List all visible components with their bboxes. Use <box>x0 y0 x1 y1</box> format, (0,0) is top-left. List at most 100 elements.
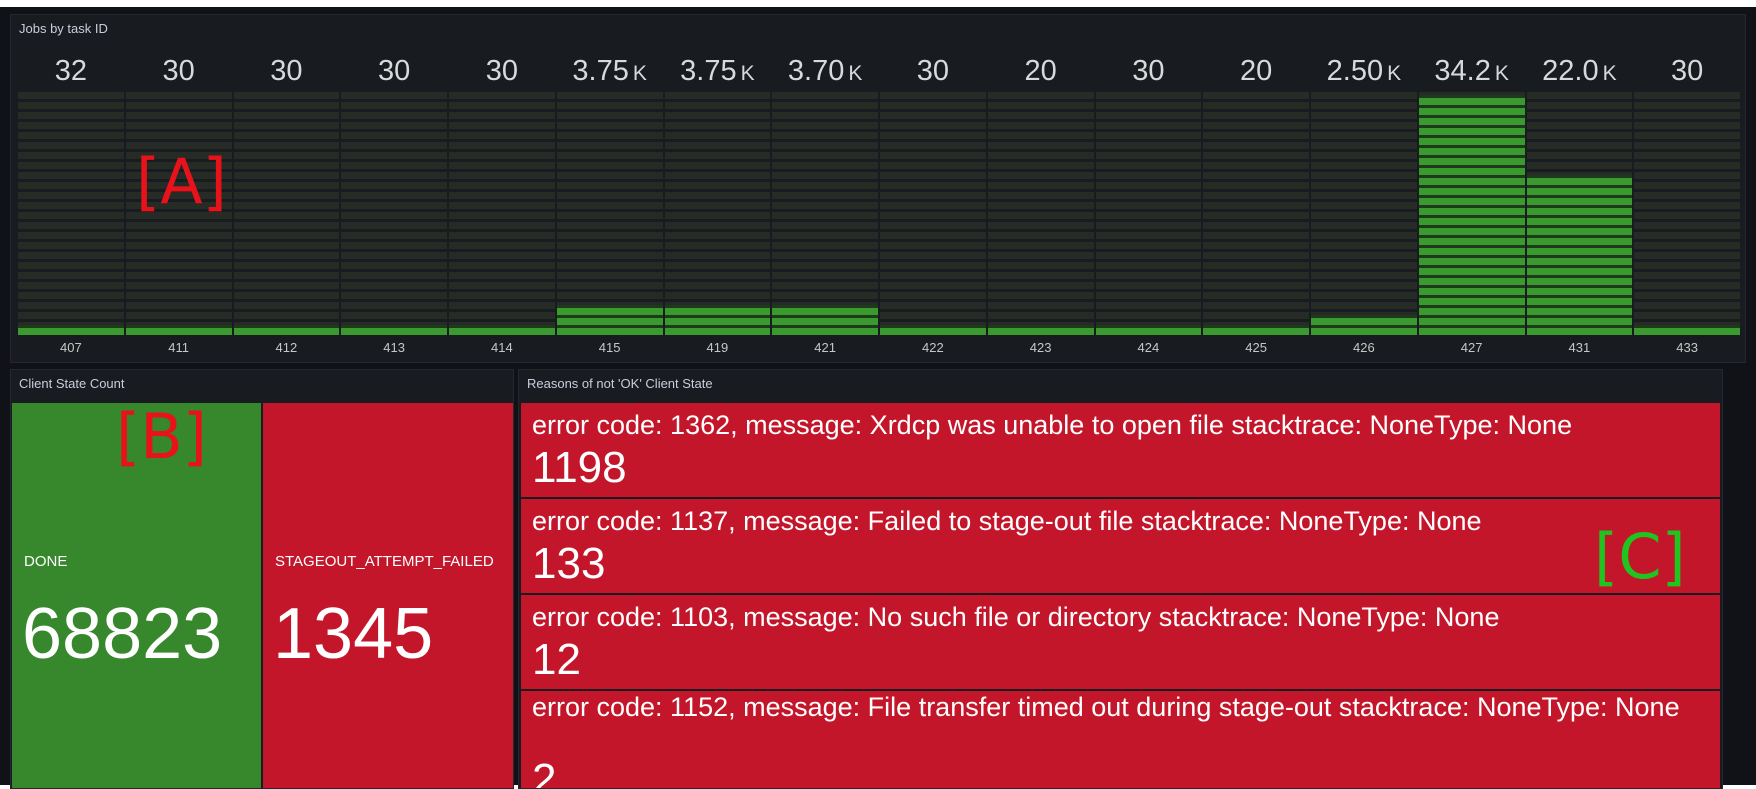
gauge-track <box>1095 92 1202 335</box>
gauge-value: 30 <box>879 55 987 88</box>
bar-gauge-421[interactable]: 3.70 K 421 <box>771 15 879 364</box>
gauge-task-label: 422 <box>922 340 944 355</box>
stat-stageout-failed[interactable]: STAGEOUT_ATTEMPT_FAILED 1345 <box>263 403 513 788</box>
gauge-value-unit: K <box>740 62 755 85</box>
gauge-value: 30 <box>125 55 233 88</box>
gauge-value: 30 <box>233 55 341 88</box>
bar-gauge-414[interactable]: 30 414 <box>448 15 556 364</box>
gauge-task-label: 424 <box>1137 340 1160 355</box>
gauge-value: 3.75 K <box>556 55 664 88</box>
reasons-panel: Reasons of not 'OK' Client State error c… <box>518 369 1723 789</box>
panel-title[interactable]: Client State Count <box>19 376 125 391</box>
reason-message: error code: 1152, message: File transfer… <box>532 692 1680 722</box>
reason-message: error code: 1137, message: Failed to sta… <box>532 506 1482 536</box>
stat-label: DONE <box>24 553 68 570</box>
gauge-value-number: 2.50 <box>1326 55 1384 87</box>
bar-gauge-427[interactable]: 34.2 K 427 <box>1418 15 1526 364</box>
bar-gauge-412[interactable]: 30 412 <box>233 15 341 364</box>
client-state-panel: Client State Count DONE 68823 STAGEOUT_A… <box>10 369 514 789</box>
gauge-fill <box>880 325 986 335</box>
gauge-value: 30 <box>1633 55 1741 88</box>
reason-count: 12 <box>532 635 581 684</box>
gauge-fill <box>1634 325 1740 335</box>
gauge-task-label: 419 <box>706 340 729 355</box>
gauge-value: 2.50 K <box>1310 55 1418 88</box>
gauge-track <box>1526 92 1633 335</box>
gauge-value: 20 <box>987 55 1095 88</box>
gauge-fill <box>1203 325 1309 335</box>
reason-message: error code: 1362, message: Xrdcp was una… <box>532 410 1573 440</box>
gauge-task-label: 413 <box>383 340 405 355</box>
dashboard: Jobs by task ID 32 407 30 411 30 412 30 413 30 41… <box>0 7 1756 789</box>
reason-item[interactable]: error code: 1137, message: Failed to sta… <box>521 499 1720 593</box>
gauge-task-label: 426 <box>1353 340 1375 355</box>
gauge-value-number: 32 <box>54 55 87 87</box>
bar-gauge-426[interactable]: 2.50 K 426 <box>1310 15 1418 364</box>
gauge-track <box>987 92 1094 335</box>
gauge-value-number: 30 <box>1670 55 1704 87</box>
gauge-value: 30 <box>340 55 448 88</box>
bar-gauge-425[interactable]: 20 425 <box>1202 15 1310 364</box>
gauge-value-number: 30 <box>162 55 195 87</box>
gauge-value: 30 <box>1095 55 1203 88</box>
gauge-value-unit: K <box>1602 62 1617 85</box>
bar-gauge-419[interactable]: 3.75 K 419 <box>664 15 772 364</box>
reason-item[interactable]: error code: 1152, message: File transfer… <box>521 691 1720 788</box>
annotation-b: [B] <box>116 400 207 473</box>
bar-gauge-415[interactable]: 3.75 K 415 <box>556 15 664 364</box>
bar-gauge-413[interactable]: 30 413 <box>340 15 448 364</box>
gauge-task-label: 407 <box>60 340 82 355</box>
gauge-value-number: 3.70 <box>787 55 845 87</box>
gauge-value-unit: K <box>848 62 863 85</box>
gauge-value-number: 20 <box>1024 55 1057 87</box>
gauge-fill <box>1095 325 1202 335</box>
gauge-task-label: 433 <box>1676 340 1698 355</box>
stat-label: STAGEOUT_ATTEMPT_FAILED <box>275 553 494 570</box>
bar-gauge-433[interactable]: 30 433 <box>1633 15 1741 364</box>
gauge-track <box>1311 92 1417 335</box>
reason-count: 2 <box>532 755 557 788</box>
gauge-track <box>664 92 771 335</box>
gauge-task-label: 427 <box>1460 340 1483 355</box>
gauge-track <box>1418 92 1525 335</box>
reason-count: 133 <box>532 539 606 588</box>
gauge-task-label: 411 <box>168 340 189 355</box>
gauge-track <box>1203 92 1309 335</box>
gauge-task-label: 421 <box>814 340 836 355</box>
gauge-fill <box>233 325 340 335</box>
gauge-value-number: 22.0 <box>1542 55 1599 87</box>
gauge-track <box>1634 92 1740 335</box>
bar-gauge-423[interactable]: 20 423 <box>987 15 1095 364</box>
gauge-task-label: 415 <box>598 340 621 355</box>
bar-gauge-407[interactable]: 32 407 <box>17 15 125 364</box>
gauge-value-number: 30 <box>916 55 949 87</box>
stat-value: 68823 <box>22 594 223 674</box>
gauge-track <box>556 92 663 335</box>
panel-title[interactable]: Reasons of not 'OK' Client State <box>527 376 713 391</box>
gauge-value: 30 <box>448 55 556 88</box>
gauge-fill <box>18 325 124 335</box>
gauge-track <box>233 92 340 335</box>
annotation-a: [A] <box>136 145 227 218</box>
gauge-task-label: 412 <box>275 340 298 355</box>
gauge-task-label: 425 <box>1245 340 1267 355</box>
bar-gauge-431[interactable]: 22.0 K 431 <box>1526 15 1634 364</box>
gauge-value: 3.75 K <box>664 55 772 88</box>
reason-count: 1198 <box>532 443 627 492</box>
gauge-value-unit: K <box>632 62 647 85</box>
bar-gauge-422[interactable]: 30 422 <box>879 15 987 364</box>
gauge-value: 22.0 K <box>1526 55 1634 88</box>
reason-item[interactable]: error code: 1362, message: Xrdcp was una… <box>521 403 1720 497</box>
gauge-task-label: 431 <box>1568 340 1591 355</box>
gauge-track <box>341 92 447 335</box>
stat-value: 1345 <box>273 594 434 674</box>
annotation-c: [C] <box>1594 520 1686 593</box>
reason-item[interactable]: error code: 1103, message: No such file … <box>521 595 1720 689</box>
bar-gauge-424[interactable]: 30 424 <box>1095 15 1203 364</box>
gauge-value-number: 20 <box>1239 55 1273 87</box>
gauge-task-label: 423 <box>1029 340 1052 355</box>
gauge-value-number: 30 <box>1132 55 1165 87</box>
gauge-track <box>772 92 878 335</box>
gauge-task-label: 414 <box>491 340 513 355</box>
gauge-fill <box>1418 95 1525 335</box>
